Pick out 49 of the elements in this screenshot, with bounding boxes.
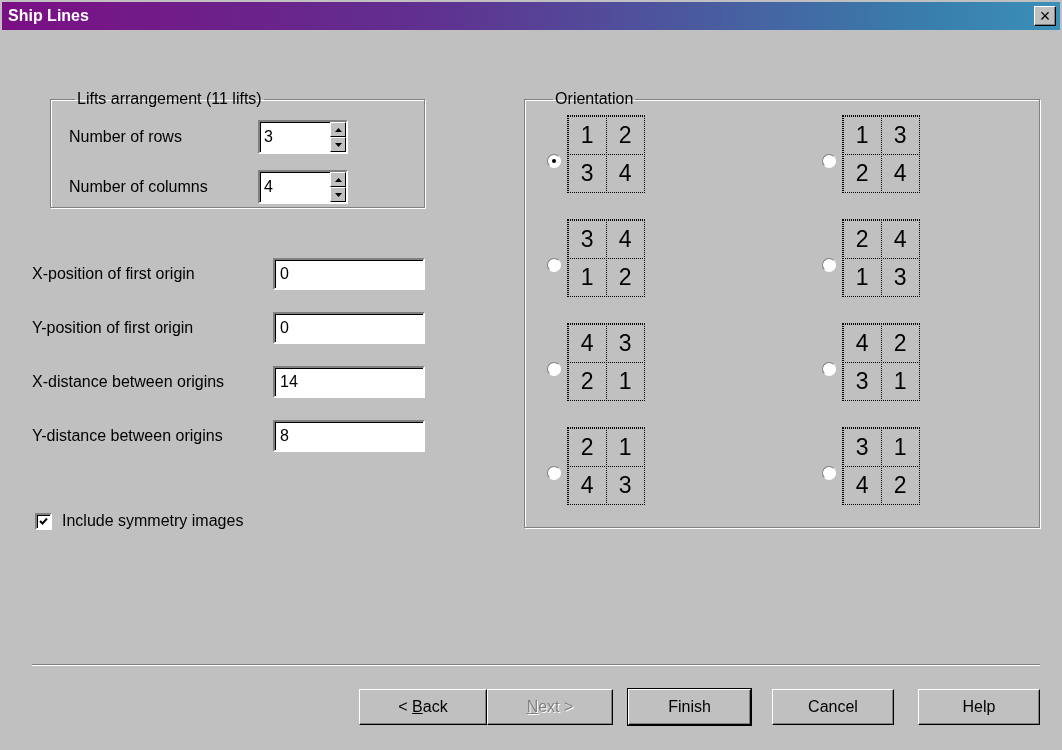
down-arrow-icon (334, 142, 342, 147)
field-label: Y-distance between origins (32, 427, 223, 445)
spin-box[interactable]: 4 (258, 170, 348, 204)
spin-down-button[interactable] (330, 137, 346, 152)
input-field[interactable]: 8 (273, 420, 425, 452)
radio-button[interactable] (822, 154, 837, 168)
window-title: Ship Lines (8, 7, 89, 25)
dialog-button[interactable]: < Back (359, 689, 487, 725)
number-grid: 2 4 1 3 (842, 219, 921, 297)
radio-button[interactable] (822, 362, 837, 376)
field-label: Y-position of first origin (32, 319, 194, 337)
number-grid: 3 4 1 2 (567, 219, 646, 297)
input-field[interactable]: 0 (273, 312, 425, 344)
group-title: Lifts arrangement (11 lifts) (76, 90, 263, 108)
close-button[interactable]: × (1034, 6, 1056, 26)
check-mark-icon (39, 516, 48, 526)
radio-button[interactable] (547, 154, 562, 168)
dialog-button[interactable]: Finish (628, 689, 751, 725)
radio-button[interactable] (547, 258, 562, 272)
input-field[interactable]: 0 (273, 258, 425, 290)
field-label: Number of columns (69, 178, 208, 196)
spin-up-button[interactable] (330, 172, 346, 187)
input-field[interactable]: 4 (260, 178, 330, 196)
up-arrow-icon (334, 127, 342, 132)
up-arrow-icon (334, 177, 342, 182)
spin-up-button[interactable] (330, 122, 346, 137)
field-label: X-position of first origin (32, 265, 195, 283)
number-grid: 1 2 3 4 (567, 115, 646, 193)
spin-down-button[interactable] (330, 187, 346, 202)
number-grid: 4 3 2 1 (567, 323, 646, 401)
radio-button[interactable] (822, 258, 837, 272)
group-title: Orientation (554, 90, 635, 108)
down-arrow-icon (334, 192, 342, 197)
input-field[interactable]: 14 (273, 366, 425, 398)
number-grid: 3 1 4 2 (842, 427, 921, 505)
spin-box[interactable]: 3 (258, 120, 348, 154)
number-grid: 1 3 2 4 (842, 115, 921, 193)
number-grid: 4 2 3 1 (842, 323, 921, 401)
radio-button[interactable] (547, 466, 562, 480)
dialog-button[interactable]: Cancel (772, 689, 894, 725)
input-field[interactable]: 3 (260, 128, 330, 146)
number-grid: 2 1 4 3 (567, 427, 646, 505)
checkbox[interactable] (35, 512, 52, 530)
radio-button[interactable] (547, 362, 562, 376)
checkbox-label: Include symmetry images (62, 512, 244, 530)
field-label: Number of rows (69, 128, 182, 146)
field-label: X-distance between origins (32, 373, 225, 391)
dialog-button[interactable]: Help (918, 689, 1040, 725)
radio-button[interactable] (822, 466, 837, 480)
